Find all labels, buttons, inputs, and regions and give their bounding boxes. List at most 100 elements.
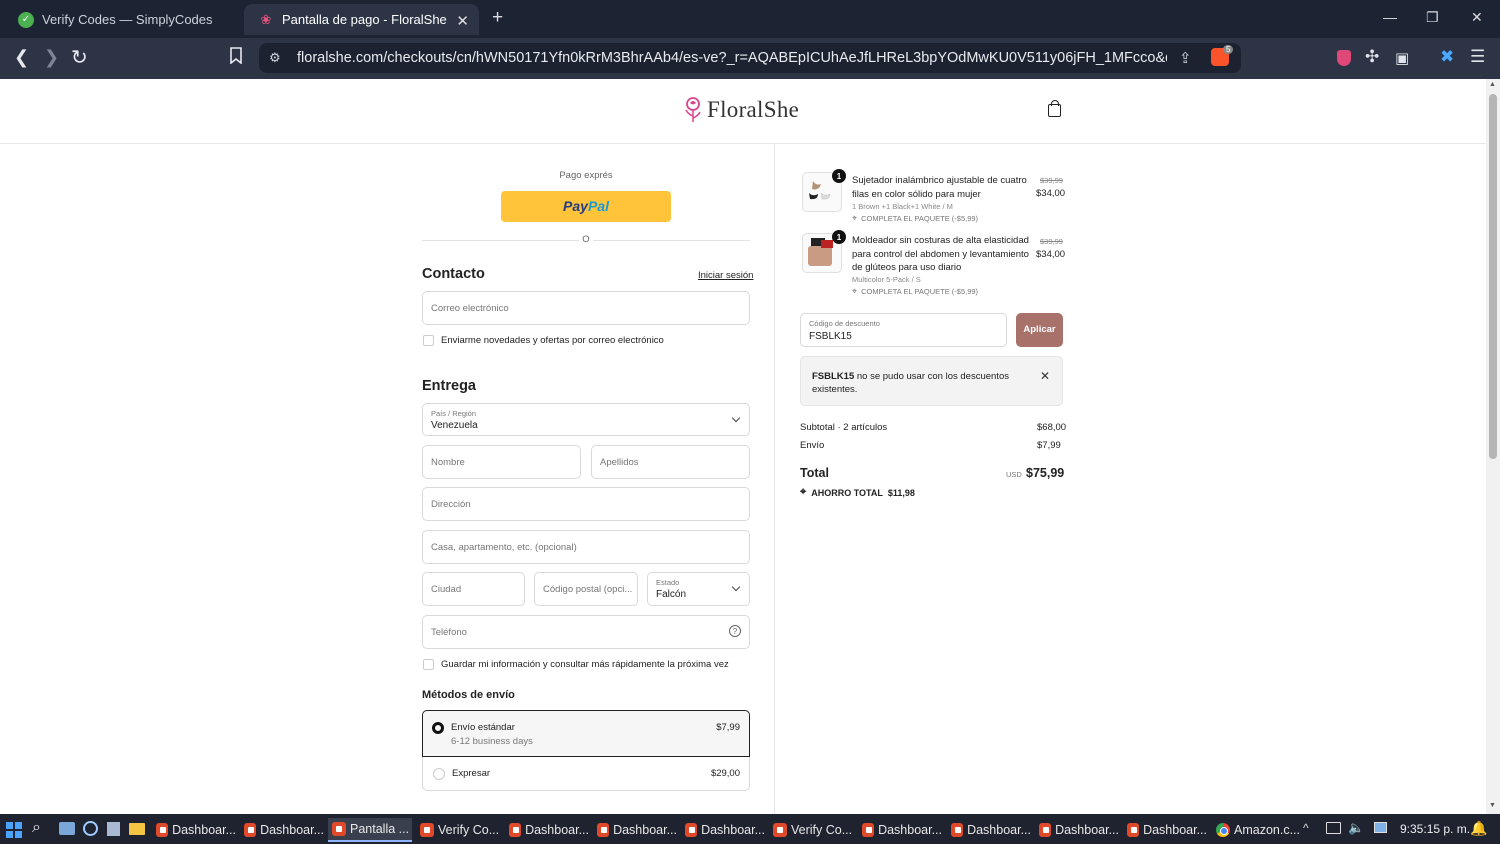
shipping-price: $7,99 (716, 722, 740, 733)
discount-value[interactable]: FSBLK15 (809, 331, 852, 342)
promo-text: COMPLETA EL PAQUETE (-$5,99) (861, 214, 979, 223)
close-window-icon[interactable]: ✕ (1471, 9, 1483, 26)
radio-unselected[interactable] (433, 768, 445, 780)
shipping-sub: 6-12 business days (451, 736, 533, 747)
brave-icon (156, 823, 169, 837)
postal-code-field[interactable]: Código postal (opci... (534, 572, 638, 606)
taskbar-label: Dashboar... (172, 823, 236, 837)
discount-code-field[interactable]: Código de descuento FSBLK15 (800, 313, 1007, 347)
windows-start-icon[interactable] (6, 822, 22, 838)
item-variant: 1 Brown +1 Black+1 White / M (852, 202, 953, 211)
network-icon[interactable] (1326, 822, 1341, 834)
calculator-icon[interactable] (107, 822, 120, 836)
state-select[interactable]: Estado Falcón (647, 572, 750, 606)
taskbar-app[interactable]: Dashboar... (505, 818, 589, 842)
taskbar-app[interactable]: Dashboar... (152, 818, 236, 842)
k-extension-icon[interactable]: ✖ (1440, 47, 1454, 67)
taskbar-app[interactable]: Dashboar... (240, 818, 324, 842)
search-icon[interactable]: ⌕ (32, 819, 41, 837)
apartment-field[interactable]: Casa, apartamento, etc. (opcional) (422, 530, 750, 564)
email-placeholder: Correo electrónico (431, 303, 509, 314)
shopping-bag-icon[interactable] (1048, 100, 1061, 117)
browser-tab-bar: ✓ Verify Codes — SimplyCodes ❀ Pantalla … (0, 0, 1500, 38)
share-icon[interactable]: ⇪ (1179, 49, 1192, 67)
address-placeholder: Dirección (431, 499, 471, 510)
scrollbar-thumb[interactable] (1489, 94, 1497, 459)
radio-selected[interactable] (432, 722, 444, 734)
simplycodes-icon: ✓ (18, 11, 34, 28)
save-info-checkbox[interactable] (423, 659, 434, 670)
notification-bell-icon[interactable]: 🔔 (1470, 820, 1487, 837)
close-tab-icon[interactable]: ✕ (456, 12, 469, 30)
menu-icon[interactable]: ☰ (1470, 47, 1485, 67)
taskbar-app-active[interactable]: Pantalla ... (328, 818, 412, 842)
taskbar-app[interactable]: Dashboar... (593, 818, 677, 842)
reload-icon[interactable]: ↻ (71, 45, 88, 70)
taskbar-app[interactable]: Amazon.c... (1212, 818, 1300, 842)
email-field[interactable]: Correo electrónico (422, 291, 750, 325)
url-text[interactable]: floralshe.com/checkouts/cn/hWN50171Yfn0k… (297, 50, 1167, 66)
tray-chevron-up-icon[interactable]: ^ (1303, 821, 1309, 835)
first-name-placeholder: Nombre (431, 457, 465, 468)
apply-button[interactable]: Aplicar (1016, 313, 1063, 347)
tab-checkout[interactable]: ❀ Pantalla de pago - FloralShe ✕ (244, 4, 479, 35)
phone-field[interactable]: Teléfono ? (422, 615, 750, 649)
bookmark-icon[interactable] (229, 47, 243, 69)
shipping-name: Envío estándar (451, 722, 515, 733)
help-icon[interactable]: ? (729, 625, 741, 637)
scroll-down-icon[interactable]: ▼ (1489, 802, 1496, 809)
reader-mode-icon[interactable]: ▣ (1395, 49, 1409, 67)
scroll-up-icon[interactable]: ▲ (1489, 81, 1496, 88)
minimize-icon[interactable]: — (1383, 9, 1397, 25)
extension-shield-icon[interactable] (1337, 50, 1351, 66)
item-price: $34,00 (1036, 249, 1066, 260)
tag-icon: ⌖ (852, 213, 858, 223)
paypal-button[interactable]: PayPal (501, 191, 671, 222)
site-settings-icon[interactable]: ⚙ (269, 50, 281, 66)
restore-icon[interactable]: ❐ (1426, 9, 1439, 26)
save-info-label: Guardar mi información y consultar más r… (441, 659, 729, 670)
item-title: Sujetador inalámbrico ajustable de cuatr… (852, 174, 1027, 202)
taskbar-app[interactable]: Verify Co... (769, 818, 853, 842)
page-scrollbar[interactable]: ▲ ▼ (1486, 79, 1500, 814)
brave-icon (597, 823, 610, 837)
first-name-field[interactable]: Nombre (422, 445, 581, 479)
back-icon[interactable]: ❮ (14, 47, 29, 68)
clock[interactable]: 9:35:15 p. m. (1400, 822, 1470, 836)
shield-badge: 5 (1223, 45, 1234, 54)
item-title-line: Moldeador sin costuras de alta elasticid… (852, 235, 1029, 246)
newsletter-checkbox[interactable] (423, 335, 434, 346)
shipping-option-standard[interactable]: Envío estándar 6-12 business days $7,99 (422, 710, 750, 757)
dismiss-close-icon[interactable]: ✕ (1040, 369, 1050, 383)
taskbar-app[interactable]: Verify Co... (416, 818, 500, 842)
tab-verify-codes[interactable]: ✓ Verify Codes — SimplyCodes (4, 4, 240, 35)
address-bar[interactable]: ⚙ floralshe.com/checkouts/cn/hWN50171Yfn… (259, 43, 1241, 73)
taskbar-label: Dashboar... (967, 823, 1031, 837)
display-icon[interactable] (1374, 822, 1387, 833)
last-name-field[interactable]: Apellidos (591, 445, 750, 479)
discount-label: Código de descuento (809, 319, 880, 328)
store-header: FloralShe (0, 79, 1486, 144)
camera-app-icon[interactable] (59, 822, 75, 835)
address-field[interactable]: Dirección (422, 487, 750, 521)
login-link[interactable]: Iniciar sesión (698, 270, 753, 281)
taskbar-app[interactable]: Dashboar... (1035, 818, 1119, 842)
taskbar-label: Dashboar... (613, 823, 677, 837)
browser-app-icon[interactable] (83, 821, 98, 836)
new-tab-icon[interactable]: + (492, 7, 503, 29)
taskbar-app[interactable]: Dashboar... (858, 818, 942, 842)
volume-icon[interactable]: 🔈 (1348, 820, 1364, 836)
file-explorer-icon[interactable] (129, 823, 145, 835)
shipping-option-express[interactable]: Expresar $29,00 (422, 757, 750, 791)
taskbar-app[interactable]: Dashboar... (681, 818, 765, 842)
tag-icon: ⌖ (800, 486, 807, 498)
taskbar-app[interactable]: Dashboar... (1123, 818, 1207, 842)
item-title: Moldeador sin costuras de alta elasticid… (852, 234, 1029, 275)
taskbar-app[interactable]: Dashboar... (947, 818, 1031, 842)
extensions-icon[interactable]: ✣ (1365, 47, 1379, 67)
taskbar-label: Dashboar... (1143, 823, 1207, 837)
city-field[interactable]: Ciudad (422, 572, 525, 606)
store-logo[interactable]: FloralShe (683, 96, 799, 124)
country-select[interactable]: País / Región Venezuela (422, 403, 750, 436)
forward-icon[interactable]: ❯ (44, 47, 59, 68)
